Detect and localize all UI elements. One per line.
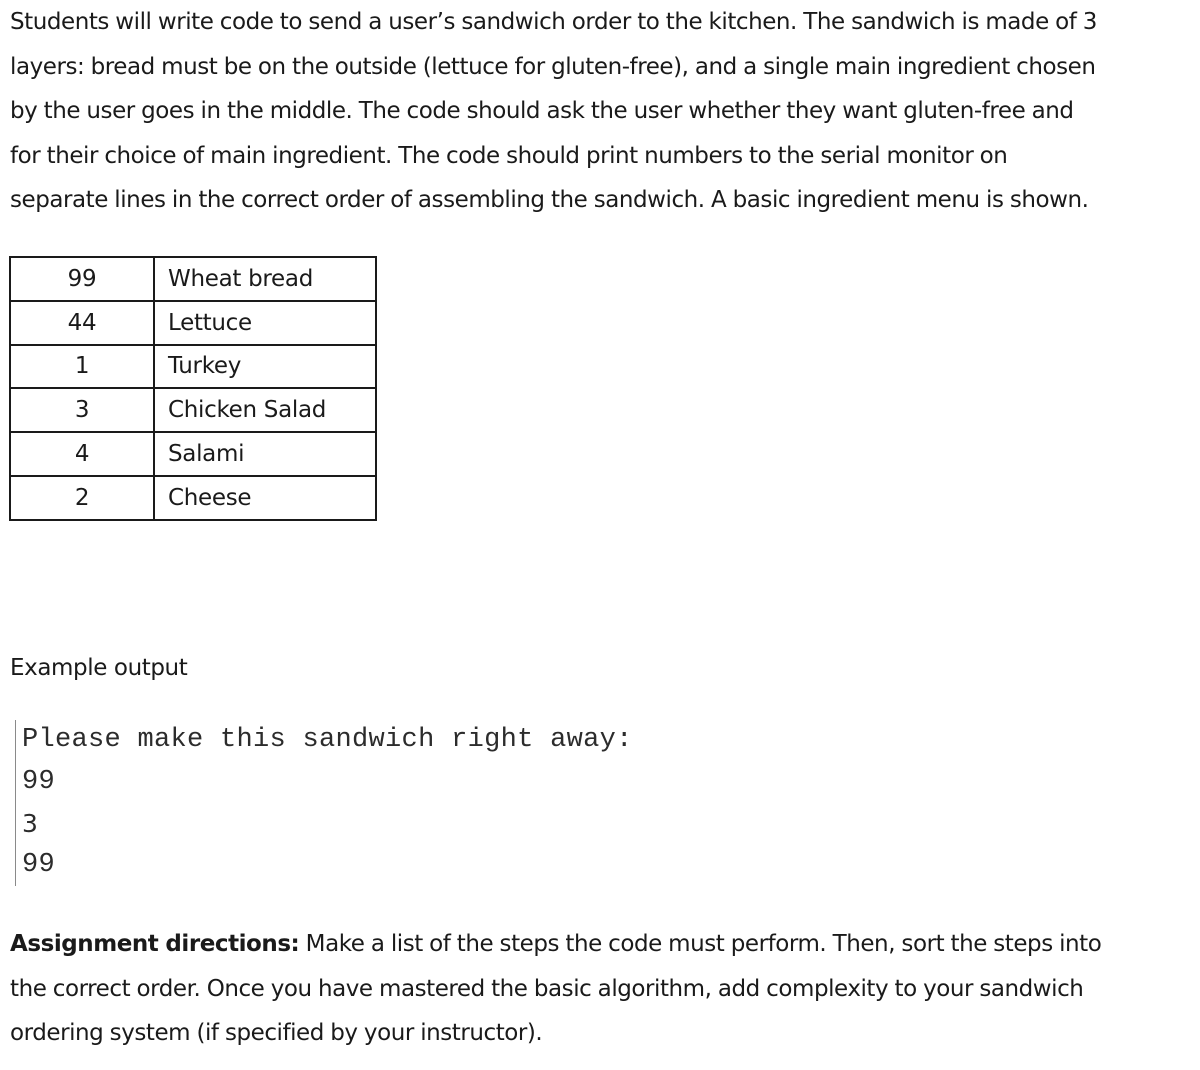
ingredient-name: Turkey xyxy=(153,343,377,390)
intro-paragraph: Students will write code to send a user’… xyxy=(10,0,1195,223)
serial-line: Please make this sandwich right away: xyxy=(22,725,633,755)
intro-line: by the user goes in the middle. The code… xyxy=(10,98,1074,124)
ingredient-code: 4 xyxy=(9,431,155,477)
ingredient-code: 3 xyxy=(9,387,155,434)
serial-line: 3 xyxy=(22,809,38,838)
ingredient-name: Salami xyxy=(153,431,377,477)
directions-line: the correct order. Once you have mastere… xyxy=(10,975,1084,1002)
intro-line: separate lines in the correct order of a… xyxy=(10,187,1089,213)
ingredient-code: 2 xyxy=(9,474,155,521)
table-row: 1 Turkey xyxy=(9,343,377,390)
directions-line: Assignment directions: Make a list of th… xyxy=(10,922,1195,967)
ingredient-menu-table: 99 Wheat bread 44 Lettuce 1 Turkey 3 Chi… xyxy=(9,256,377,521)
directions-text: Make a list of the steps the code must p… xyxy=(299,931,1102,957)
intro-line: for their choice of main ingredient. The… xyxy=(10,142,1008,169)
ingredient-code: 99 xyxy=(9,256,155,302)
intro-line: Students will write code to send a user’… xyxy=(10,9,1097,35)
ingredient-code: 1 xyxy=(9,343,155,390)
ingredient-name: Cheese xyxy=(153,474,377,521)
table-row: 44 Lettuce xyxy=(9,299,377,346)
table-row: 3 Chicken Salad xyxy=(9,387,377,434)
directions-label: Assignment directions: xyxy=(10,931,300,957)
assignment-directions: Assignment directions: Make a list of th… xyxy=(10,922,1195,1056)
table-row: 2 Cheese xyxy=(9,474,377,521)
ingredient-name: Lettuce xyxy=(153,299,377,346)
example-output-heading: Example output xyxy=(10,655,188,681)
ingredient-name: Wheat bread xyxy=(153,256,377,302)
directions-line: ordering system (if specified by your in… xyxy=(10,1020,543,1046)
ingredient-name: Chicken Salad xyxy=(153,387,377,434)
serial-monitor-output: Please make this sandwich right away: 99… xyxy=(15,720,736,886)
ingredient-code: 44 xyxy=(9,299,155,346)
table-row: 99 Wheat bread xyxy=(9,256,377,302)
intro-line: layers: bread must be on the outside (le… xyxy=(10,53,1096,80)
serial-line: 99 xyxy=(22,766,56,797)
table-row: 4 Salami xyxy=(9,431,377,477)
serial-line: 99 xyxy=(22,849,56,880)
